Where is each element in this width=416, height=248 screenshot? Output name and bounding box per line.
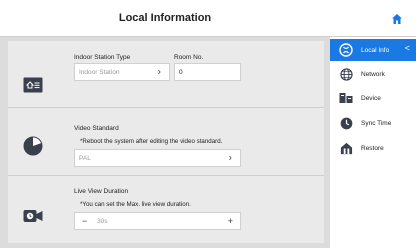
video-standard-label: Video Standard bbox=[74, 125, 119, 132]
video-standard-note: *Reboot the system after editing the vid… bbox=[80, 138, 223, 145]
live-view-stepper[interactable]: − 30s + bbox=[74, 212, 241, 230]
settings-panel: Indoor Station Type Indoor Station › Roo… bbox=[8, 41, 324, 243]
station-type-label: Indoor Station Type bbox=[74, 54, 131, 61]
sidebar-item-label: Network bbox=[361, 70, 385, 78]
sidebar-item-network[interactable]: Network bbox=[330, 63, 416, 85]
sidebar-item-label: Local Info bbox=[361, 46, 390, 54]
sidebar-item-label: Restore bbox=[361, 144, 384, 152]
sidebar-item-label: Sync Time bbox=[361, 119, 392, 127]
live-view-note: *You can set the Max. live view duration… bbox=[80, 201, 191, 208]
page-title: Local Information bbox=[118, 12, 212, 24]
sidebar-item-label: Device bbox=[361, 94, 381, 102]
live-view-icon bbox=[22, 205, 44, 227]
live-view-label: Live View Duration bbox=[74, 188, 129, 195]
live-view-value: 30s bbox=[97, 217, 108, 225]
home-icon bbox=[392, 13, 402, 24]
room-number-input[interactable]: 0 bbox=[174, 63, 241, 81]
decrease-button[interactable]: − bbox=[82, 216, 87, 226]
live-view-section: Live View Duration *You can set the Max.… bbox=[8, 175, 324, 243]
sidebar-item-device[interactable]: Device bbox=[330, 87, 416, 109]
indoor-station-section: Indoor Station Type Indoor Station › Roo… bbox=[8, 41, 324, 107]
sidebar-item-restore[interactable]: Restore bbox=[330, 137, 416, 159]
chevron-right-icon: › bbox=[157, 66, 161, 78]
station-type-value: Indoor Station bbox=[79, 68, 120, 76]
info-icon bbox=[339, 43, 353, 57]
video-standard-value: PAL bbox=[79, 154, 91, 162]
indoor-station-icon bbox=[22, 74, 44, 96]
station-type-select[interactable]: Indoor Station › bbox=[74, 63, 170, 81]
chevron-right-icon: › bbox=[228, 152, 232, 164]
video-standard-icon bbox=[22, 135, 44, 157]
home-button[interactable] bbox=[378, 0, 416, 37]
restore-icon bbox=[339, 141, 353, 155]
sidebar-item-local-info[interactable]: Local Info < bbox=[330, 39, 416, 61]
room-number-value: 0 bbox=[179, 68, 183, 76]
globe-icon bbox=[339, 67, 353, 81]
settings-sidebar: Local Info < Network Device Sync Time Re… bbox=[330, 37, 416, 248]
clock-icon bbox=[339, 116, 353, 130]
sidebar-item-sync-time[interactable]: Sync Time bbox=[330, 112, 416, 134]
video-standard-section: Video Standard *Reboot the system after … bbox=[8, 107, 324, 176]
title-bar: Local Information bbox=[0, 0, 416, 37]
chevron-left-icon: < bbox=[404, 43, 410, 53]
room-number-label: Room No. bbox=[174, 54, 204, 61]
device-icon bbox=[339, 91, 353, 105]
video-standard-select[interactable]: PAL › bbox=[74, 149, 241, 167]
increase-button[interactable]: + bbox=[228, 216, 233, 226]
